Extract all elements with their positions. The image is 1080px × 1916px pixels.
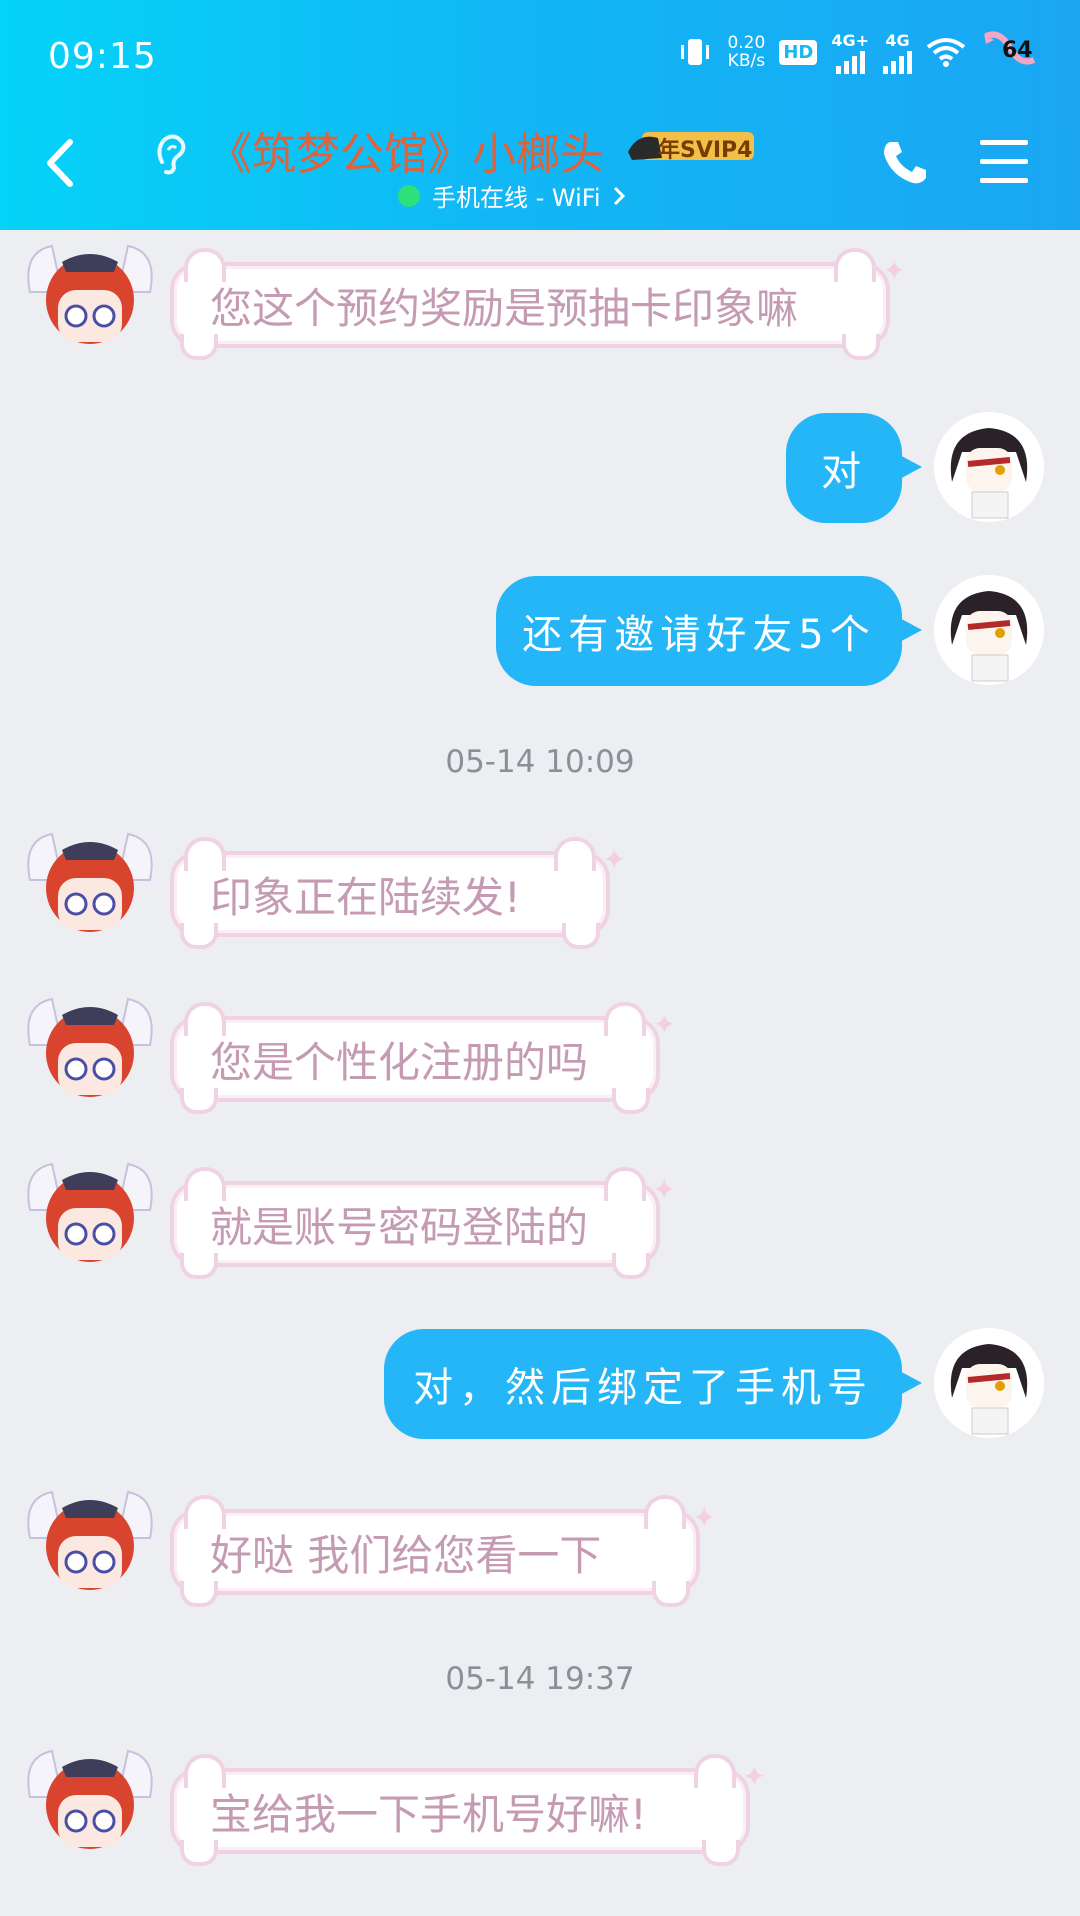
- timestamp: 05-14 10:09: [445, 744, 635, 780]
- message-bubble[interactable]: 对: [786, 413, 922, 523]
- self-avatar[interactable]: [934, 1328, 1044, 1438]
- message-bubble[interactable]: 对，然后绑定了手机号: [384, 1329, 922, 1439]
- anime-avatar-icon: [950, 1344, 1028, 1435]
- contact-avatar[interactable]: [22, 1737, 158, 1873]
- page-title[interactable]: 《筑梦公馆》小榔头: [208, 118, 604, 182]
- battery-level: 64: [1002, 38, 1033, 63]
- star-icon: ✦: [652, 1008, 676, 1041]
- anime-avatar-icon: [27, 1490, 153, 1590]
- net-speed: 0.20 KB/s: [727, 34, 765, 70]
- ear-icon[interactable]: [150, 132, 190, 176]
- star-icon: ✦: [692, 1501, 716, 1534]
- vibrate-icon: [681, 39, 710, 65]
- message-bubble[interactable]: ✦ 宝给我一下手机号好嘛!: [170, 1754, 766, 1866]
- sim2-label: 4G: [885, 30, 910, 50]
- sim1-label: 4G+: [831, 30, 869, 50]
- signal-bars-icon: [883, 50, 912, 74]
- menu-icon[interactable]: [980, 140, 1028, 197]
- contact-avatar[interactable]: [22, 232, 158, 368]
- hd-badge: HD: [779, 39, 818, 65]
- message-bubble[interactable]: ✦ 您是个性化注册的吗: [170, 1002, 676, 1114]
- contact-avatar[interactable]: [22, 1478, 158, 1614]
- online-status[interactable]: 手机在线 - WiFi: [398, 178, 625, 213]
- online-dot-icon: [398, 184, 420, 207]
- timestamp: 05-14 19:37: [445, 1661, 635, 1697]
- anime-avatar-icon: [950, 428, 1028, 519]
- net-speed-value: 0.20: [727, 33, 766, 53]
- message-bubble[interactable]: ✦ 印象正在陆续发!: [170, 837, 626, 949]
- message-text: 您这个预约奖励是预抽卡印象嘛: [210, 283, 799, 333]
- contact-avatar[interactable]: [22, 985, 158, 1121]
- message-text: 您是个性化注册的吗: [210, 1037, 589, 1087]
- svip-badge[interactable]: 年SVIP4: [628, 128, 758, 164]
- message-text: 对，然后绑定了手机号: [413, 1365, 873, 1411]
- anime-avatar-icon: [27, 832, 153, 932]
- message-text: 就是账号密码登陆的: [210, 1202, 589, 1252]
- message-text: 还有邀请好友5个: [522, 612, 876, 658]
- net-speed-unit: KB/s: [727, 51, 766, 71]
- message-text: 印象正在陆续发!: [210, 872, 521, 922]
- chevron-right-icon: [613, 186, 625, 205]
- anime-avatar-icon: [27, 1162, 153, 1262]
- anime-avatar-icon: [27, 244, 153, 344]
- online-status-text: 手机在线 - WiFi: [432, 184, 601, 212]
- star-icon: ✦: [652, 1173, 676, 1206]
- contact-avatar[interactable]: [22, 820, 158, 956]
- signal-bars-icon: [835, 50, 865, 74]
- svip-label: 年SVIP4: [658, 138, 753, 163]
- chat-header: 09:15 0.20 KB/s HD 4G+ 4G 64 《筑梦公馆》小榔头 年…: [0, 0, 1080, 230]
- battery-icon: 64: [980, 30, 1040, 74]
- star-icon: ✦: [602, 843, 626, 876]
- anime-avatar-icon: [950, 591, 1028, 682]
- message-bubble[interactable]: ✦ 好哒 我们给您看一下: [170, 1495, 716, 1607]
- status-time: 09:15: [48, 36, 157, 77]
- message-text: 宝给我一下手机号好嘛!: [210, 1789, 647, 1839]
- message-bubble[interactable]: 还有邀请好友5个: [496, 576, 922, 686]
- back-arrow-icon[interactable]: [42, 138, 78, 188]
- phone-icon[interactable]: [880, 138, 930, 188]
- message-bubble[interactable]: ✦ 就是账号密码登陆的: [170, 1167, 676, 1279]
- contact-avatar[interactable]: [22, 1150, 158, 1286]
- anime-avatar-icon: [27, 1749, 153, 1849]
- sim2-signal: 4G: [883, 31, 912, 74]
- star-icon: ✦: [882, 254, 906, 287]
- message-text: 好哒 我们给您看一下: [210, 1530, 602, 1580]
- message-text: 对: [821, 449, 867, 495]
- star-icon: ✦: [742, 1760, 766, 1793]
- sim1-signal: 4G+: [831, 31, 869, 74]
- status-icons: 0.20 KB/s HD 4G+ 4G 64: [677, 30, 1040, 74]
- wifi-icon: [926, 38, 966, 67]
- self-avatar[interactable]: [934, 575, 1044, 685]
- self-avatar[interactable]: [934, 412, 1044, 522]
- anime-avatar-icon: [27, 997, 153, 1097]
- message-bubble[interactable]: ✦ 您这个预约奖励是预抽卡印象嘛: [170, 248, 906, 360]
